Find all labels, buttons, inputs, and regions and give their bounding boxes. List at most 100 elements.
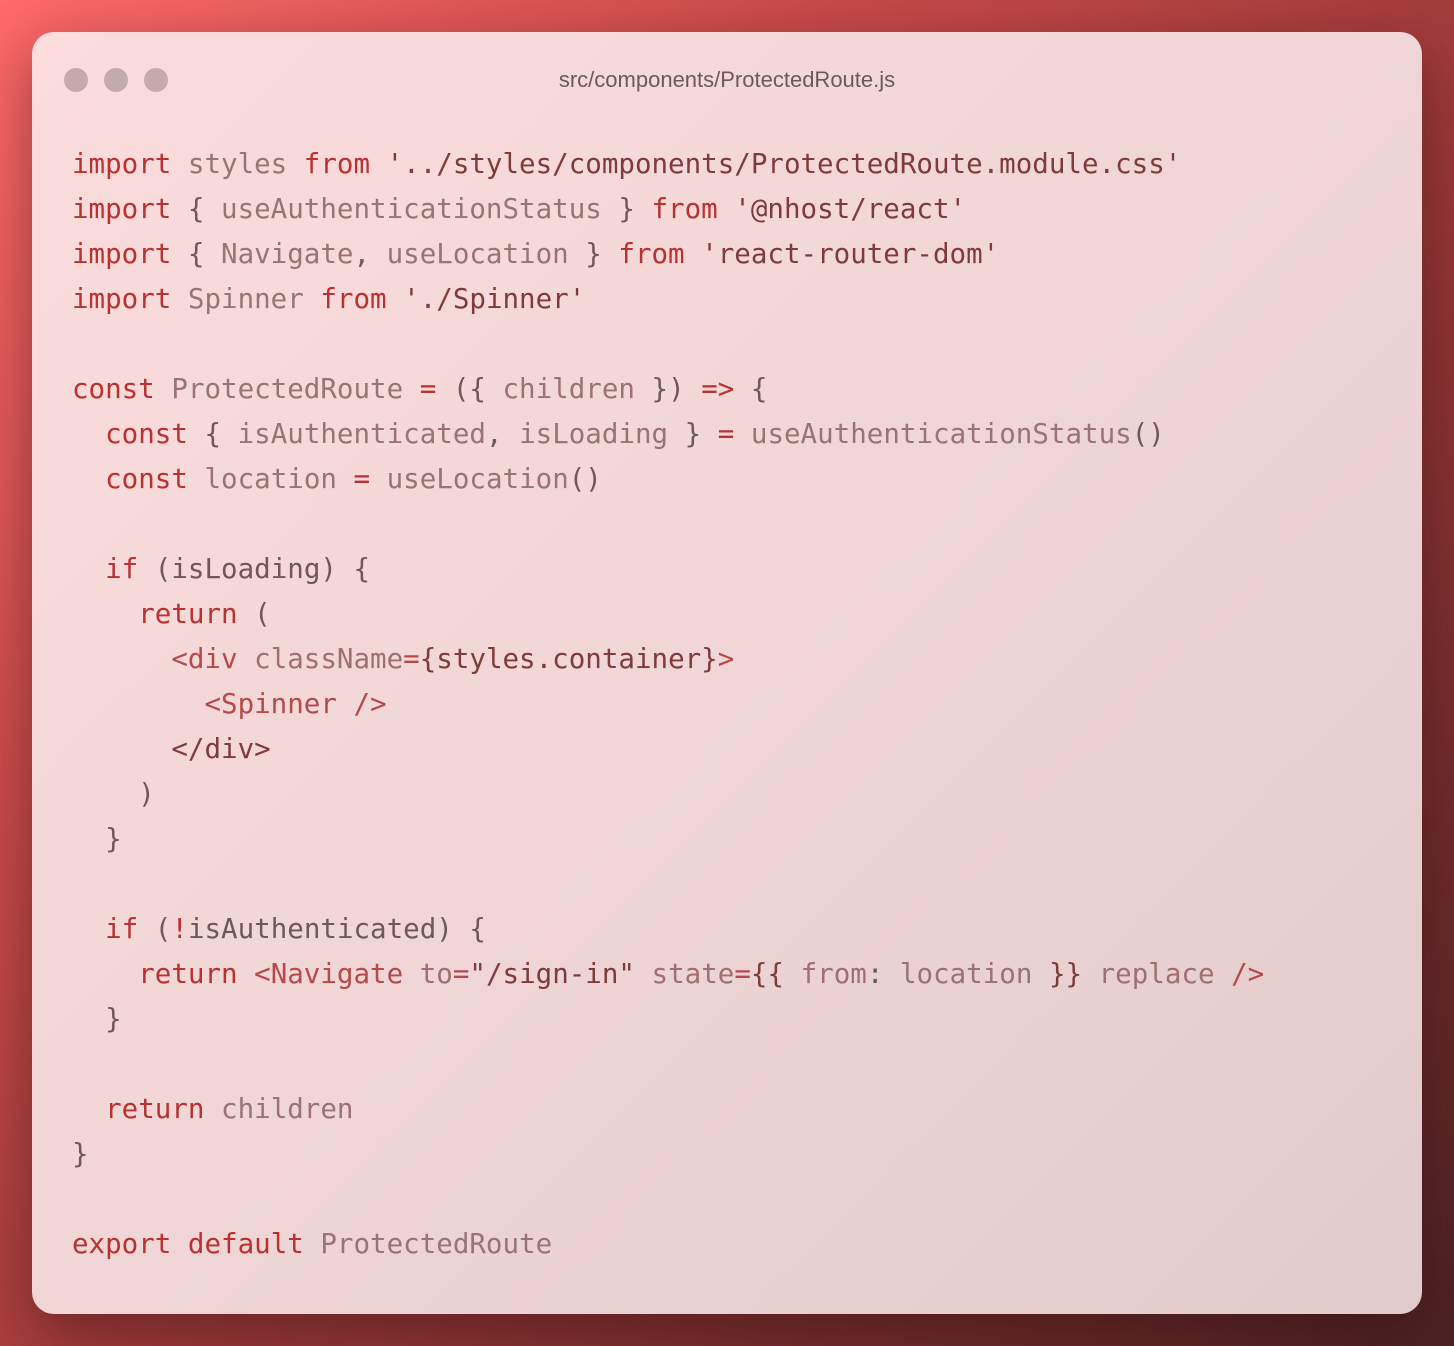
code-token: Spinner (171, 283, 321, 315)
code-token: className (254, 643, 404, 675)
code-token: import (72, 148, 172, 180)
code-token: from (618, 238, 685, 270)
code-token: = (452, 958, 470, 990)
code-token: "/sign-in" (469, 958, 635, 990)
code-token: { (734, 373, 768, 405)
code-token: from (800, 958, 867, 990)
code-window: src/components/ProtectedRoute.js import … (32, 32, 1422, 1314)
code-token: ( (138, 913, 172, 945)
code-token: isAuthenticated) { (187, 913, 486, 945)
code-token: <div (171, 643, 255, 675)
code-line: } (72, 997, 1264, 1042)
code-token: useAuthenticationStatus (750, 418, 1132, 450)
code-token: if (105, 553, 139, 585)
code-token: = (717, 418, 735, 450)
code-token: } (72, 1003, 122, 1035)
code-line: import styles from '../styles/components… (72, 142, 1264, 187)
code-token: <Navigate (254, 958, 420, 990)
code-token: return (105, 1093, 205, 1125)
code-token: from (320, 283, 387, 315)
code-token: return (138, 598, 238, 630)
code-token: to (419, 958, 453, 990)
code-token: return (138, 958, 238, 990)
code-token: {styles.container} (419, 643, 718, 675)
code-token: location (899, 958, 1033, 990)
code-token: => (701, 373, 735, 405)
code-token: ! (171, 913, 188, 945)
code-line: if (!isAuthenticated) { (72, 907, 1264, 952)
code-token: const (105, 463, 188, 495)
code-token: isLoading (519, 418, 669, 450)
code-editor[interactable]: import styles from '../styles/components… (72, 142, 1264, 1267)
code-token: (isLoading) { (138, 553, 371, 585)
code-token: replace (1098, 958, 1215, 990)
code-token: const (72, 373, 155, 405)
title-bar: src/components/ProtectedRoute.js (32, 32, 1422, 128)
code-token: {{ (750, 958, 801, 990)
code-line: <Spinner /> (72, 682, 1264, 727)
code-token: } (72, 1138, 89, 1170)
code-token: ProtectedRoute (154, 373, 420, 405)
code-token: if (105, 913, 139, 945)
code-token: useLocation (386, 238, 569, 270)
code-line: } (72, 1132, 1264, 1177)
code-token: , (353, 238, 387, 270)
code-token: ProtectedRoute (303, 1228, 553, 1260)
code-line: if (isLoading) { (72, 547, 1264, 592)
code-token: } (668, 418, 718, 450)
code-token: location (187, 463, 354, 495)
code-token: : (866, 958, 900, 990)
code-token: /> (353, 688, 387, 720)
code-token: './Spinner' (403, 283, 586, 315)
code-token: children (204, 1093, 354, 1125)
code-token: state (651, 958, 735, 990)
code-line: ) (72, 772, 1264, 817)
code-token: > (717, 643, 735, 675)
code-token: import (72, 193, 172, 225)
code-line: return children (72, 1087, 1264, 1132)
code-token: '@nhost/react' (734, 193, 967, 225)
code-line: import Spinner from './Spinner' (72, 277, 1264, 322)
code-line: import { useAuthenticationStatus } from … (72, 187, 1264, 232)
code-token: } (72, 823, 122, 855)
code-token: 'react-router-dom' (701, 238, 1000, 270)
code-line: return <Navigate to="/sign-in" state={{ … (72, 952, 1264, 997)
code-line: const ProtectedRoute = ({ children }) =>… (72, 367, 1264, 412)
code-token: }} (1032, 958, 1083, 990)
code-token: = (353, 463, 371, 495)
code-token: /> (1231, 958, 1265, 990)
code-token: }) (634, 373, 702, 405)
code-line: import { Navigate, useLocation } from 'r… (72, 232, 1264, 277)
code-token: useLocation (386, 463, 569, 495)
code-token: } (601, 193, 652, 225)
code-line: } (72, 817, 1264, 862)
code-token: isAuthenticated (237, 418, 486, 450)
code-token: const (105, 418, 188, 450)
code-token: { (171, 238, 222, 270)
code-token: () (568, 463, 602, 495)
code-token: children (502, 373, 635, 405)
code-token: ( (237, 598, 271, 630)
